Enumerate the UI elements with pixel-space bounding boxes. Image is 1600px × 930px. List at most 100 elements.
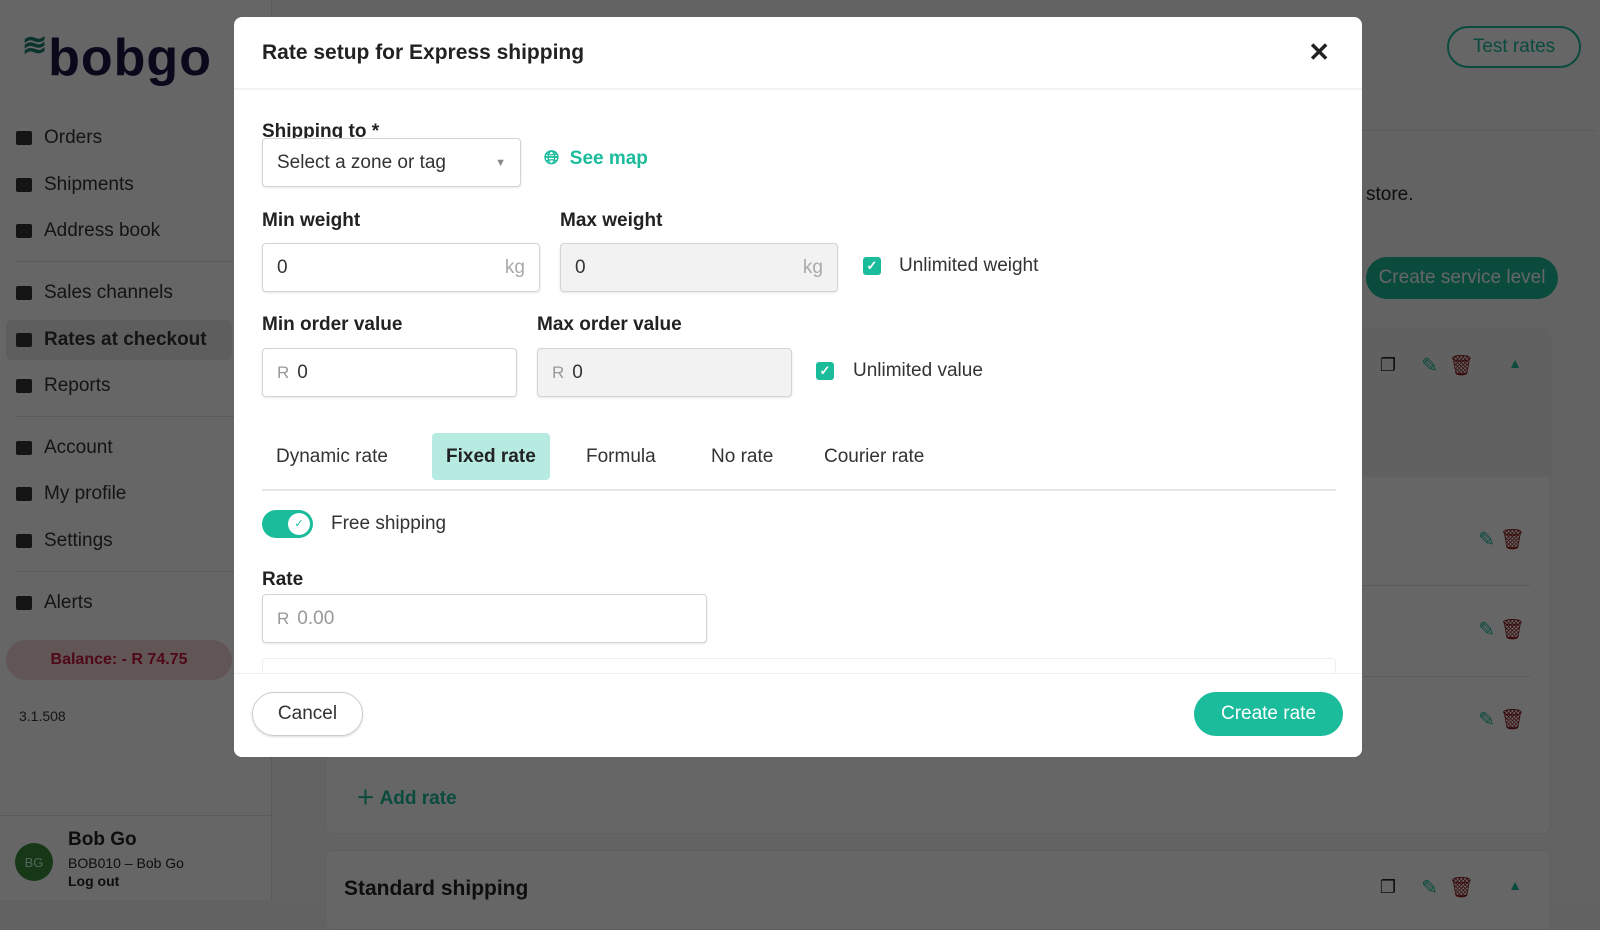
nav-label: Reports [44,375,111,396]
max-order-value: 0 [572,361,583,383]
min-weight-label: Min weight [262,210,361,231]
tab-fixed-rate[interactable]: Fixed rate [432,433,550,480]
tab-dynamic-rate[interactable]: Dynamic rate [262,433,402,480]
pencil-icon[interactable]: ✎ [1421,875,1438,900]
see-map-link[interactable]: 🌐︎ See map [544,148,648,170]
pencil-icon[interactable]: ✎ [1421,353,1438,378]
unit-suffix: kg [802,256,823,278]
nav-label: Account [44,437,113,458]
currency-prefix: R [277,608,290,628]
create-service-level-button[interactable]: Create service level [1366,257,1558,299]
test-rates-button[interactable]: Test rates [1447,26,1581,68]
sidebar-item-address-book[interactable]: Address book [16,220,160,242]
tab-no-rate[interactable]: No rate [697,433,787,480]
min-weight-value: 0 [277,256,288,278]
unlimited-value-label: Unlimited value [853,360,983,381]
trash-icon[interactable]: 🗑 [1449,353,1474,378]
divider [16,571,266,572]
version: 3.1.508 [19,708,66,724]
max-weight-value: 0 [575,256,586,278]
bobgo-logo[interactable]: ≋bobgo [22,28,212,88]
add-rate-link[interactable]: ＋ Add rate [356,783,457,810]
modal-title: Rate setup for Express shipping [262,41,585,64]
add-rate-label: Add rate [379,788,457,809]
logout-link[interactable]: Log out [68,873,119,889]
rate-placeholder: 0.00 [297,607,335,629]
unit-suffix: kg [504,256,525,278]
user-name: Bob Go [68,829,137,850]
max-order-label: Max order value [537,314,682,335]
balance-badge[interactable]: Balance: - R 74.75 [6,640,232,680]
tab-formula[interactable]: Formula [572,433,670,480]
star-icon [16,441,32,455]
cancel-button[interactable]: Cancel [252,692,363,736]
modal-header: Rate setup for Express shipping ✕ [234,17,1362,90]
chevron-up-icon[interactable]: ▲ [1508,877,1522,893]
unlimited-weight-checkbox[interactable]: ✓ [863,257,881,275]
sidebar-item-rates-at-checkout[interactable]: Rates at checkout [6,320,232,360]
pencil-icon[interactable]: ✎ [1478,527,1495,552]
avatar: BG [15,843,53,881]
max-weight-input[interactable]: 0 kg [560,243,838,292]
user-icon [16,487,32,501]
min-order-value: 0 [297,361,308,383]
rate-label: Rate [262,569,304,590]
unlimited-value-checkbox[interactable]: ✓ [816,362,834,380]
truck-icon [16,178,32,192]
free-shipping-toggle[interactable]: ✓ [262,510,313,538]
pencil-icon[interactable]: ✎ [1478,617,1495,642]
max-order-input[interactable]: R0 [537,348,792,397]
tab-courier-rate[interactable]: Courier rate [810,433,938,480]
create-rate-button[interactable]: Create rate [1194,692,1343,736]
service-level-card: Standard shipping ❐ ✎ 🗑 ▲ [325,850,1551,930]
globe-icon: 🌐︎ [544,148,560,169]
plus-icon: ＋ [356,788,380,809]
zone-select-value: Select a zone or tag [277,151,446,173]
free-shipping-label: Free shipping [331,513,447,534]
service-level-title: Standard shipping [344,877,529,900]
rate-input[interactable]: R 0.00 [262,594,707,643]
description-text: store. [1366,184,1414,205]
sidebar-item-settings[interactable]: Settings [16,530,113,552]
store-icon [16,333,32,347]
close-icon[interactable]: ✕ [1308,37,1330,68]
copy-icon[interactable]: ❐ [1380,877,1396,898]
sidebar-item-alerts[interactable]: Alerts [16,592,93,614]
nav-label: Sales channels [44,282,173,303]
sidebar-item-orders[interactable]: Orders [16,127,102,149]
sidebar-item-my-profile[interactable]: My profile [16,483,126,505]
modal-footer: Cancel Create rate [234,673,1362,757]
sidebar-item-shipments[interactable]: Shipments [16,174,134,196]
trash-icon[interactable]: 🗑 [1500,707,1525,732]
currency-prefix: R [277,362,290,382]
max-weight-label: Max weight [560,210,663,231]
divider [16,416,266,417]
min-weight-input[interactable]: 0 kg [262,243,540,292]
trash-icon[interactable]: 🗑 [1500,527,1525,552]
tabs-divider [262,489,1336,491]
nav-label: Rates at checkout [44,329,207,350]
caret-down-icon: ▼ [495,156,506,169]
trash-icon[interactable]: 🗑 [1500,617,1525,642]
zone-select[interactable]: Select a zone or tag ▼ [262,138,521,187]
trash-icon[interactable]: 🗑 [1449,875,1474,900]
check-icon: ✓ [288,513,310,535]
sidebar-item-reports[interactable]: Reports [16,375,111,397]
divider [16,261,266,262]
box-icon [16,131,32,145]
divider [0,815,272,816]
gear-icon [16,534,32,548]
see-map-label: See map [569,148,648,169]
sidebar-item-sales-channels[interactable]: Sales channels [16,282,173,304]
chevron-up-icon[interactable]: ▲ [1508,355,1522,371]
nav-label: Shipments [44,174,134,195]
nav-label: Address book [44,220,161,241]
address-book-icon [16,224,32,238]
unlimited-weight-label: Unlimited weight [899,255,1039,276]
copy-icon[interactable]: ❐ [1380,355,1396,376]
min-order-input[interactable]: R0 [262,348,517,397]
rate-setup-modal: Rate setup for Express shipping ✕ Shippi… [234,17,1362,757]
sidebar-item-account[interactable]: Account [16,437,113,459]
pencil-icon[interactable]: ✎ [1478,707,1495,732]
sidebar: ≋bobgo Orders Shipments Address book Sal… [0,0,272,900]
